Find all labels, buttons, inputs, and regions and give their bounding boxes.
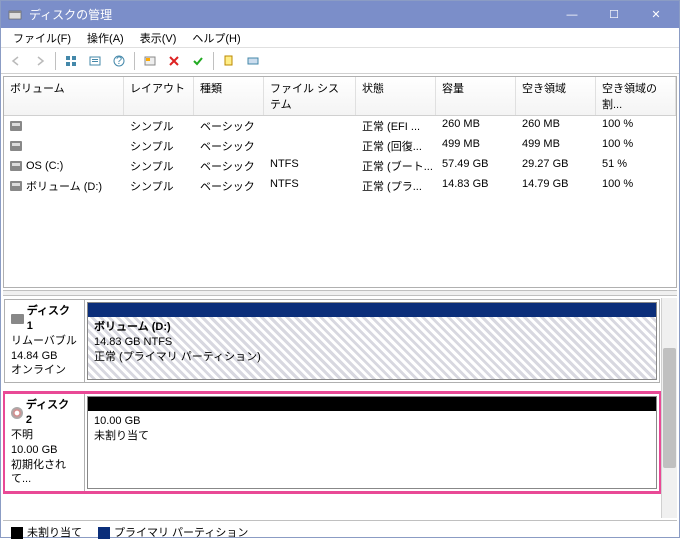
help2-button[interactable]: ?	[108, 50, 130, 72]
disk-info: ディスク 2不明10.00 GB初期化されて...	[5, 394, 85, 491]
disk-type-icon	[11, 407, 23, 419]
menu-file[interactable]: ファイル(F)	[5, 28, 79, 48]
table-header: ボリューム レイアウト 種類 ファイル システム 状態 容量 空き領域 空き領域…	[4, 77, 676, 116]
close-button[interactable]: ✕	[635, 1, 677, 28]
check-button[interactable]	[187, 50, 209, 72]
partition-header	[88, 303, 656, 317]
back-button	[5, 50, 27, 72]
table-row[interactable]: ボリューム (D:)シンプルベーシックNTFS正常 (プラ...14.83 GB…	[4, 176, 676, 196]
svg-text:?: ?	[116, 55, 122, 67]
col-type[interactable]: 種類	[194, 77, 264, 115]
table-row[interactable]: シンプルベーシック正常 (回復...499 MB499 MB100 %	[4, 136, 676, 156]
view-button[interactable]	[60, 50, 82, 72]
disk-icon	[10, 141, 22, 151]
disk-graphical-view: ディスク 1リムーバブル14.84 GBオンラインボリューム (D:)14.83…	[3, 298, 677, 518]
col-free[interactable]: 空き領域	[516, 77, 596, 115]
window-title: ディスクの管理	[29, 6, 551, 23]
app-icon	[7, 7, 23, 23]
disk-icon	[10, 181, 22, 191]
col-freepct[interactable]: 空き領域の割...	[596, 77, 676, 115]
col-capacity[interactable]: 容量	[436, 77, 516, 115]
scrollbar-thumb[interactable]	[663, 348, 676, 468]
menu-help[interactable]: ヘルプ(H)	[184, 28, 248, 48]
legend: 未割り当て プライマリ パーティション	[3, 520, 677, 543]
disk-icon	[10, 121, 22, 131]
partition-header	[88, 397, 656, 411]
partition[interactable]: 10.00 GB未割り当て	[87, 396, 657, 489]
toolbar: ?	[1, 48, 679, 74]
minimize-button[interactable]: —	[551, 1, 593, 28]
titlebar: ディスクの管理 — ☐ ✕	[1, 1, 679, 28]
disk-info: ディスク 1リムーバブル14.84 GBオンライン	[5, 300, 85, 382]
partition-body: 10.00 GB未割り当て	[88, 411, 656, 488]
partition-body: ボリューム (D:)14.83 GB NTFS正常 (プライマリ パーティション…	[88, 317, 656, 379]
maximize-button[interactable]: ☐	[593, 1, 635, 28]
action1-button[interactable]	[218, 50, 240, 72]
settings-button[interactable]	[139, 50, 161, 72]
separator	[55, 52, 56, 70]
disk-icon	[10, 161, 22, 171]
col-status[interactable]: 状態	[356, 77, 436, 115]
menu-action[interactable]: 操作(A)	[79, 28, 132, 48]
delete-button[interactable]	[163, 50, 185, 72]
disk-row[interactable]: ディスク 2不明10.00 GB初期化されて...10.00 GB未割り当て	[4, 393, 660, 492]
disk-row[interactable]: ディスク 1リムーバブル14.84 GBオンラインボリューム (D:)14.83…	[4, 299, 660, 383]
refresh-button[interactable]	[84, 50, 106, 72]
partition[interactable]: ボリューム (D:)14.83 GB NTFS正常 (プライマリ パーティション…	[87, 302, 657, 380]
forward-button	[29, 50, 51, 72]
disk-type-icon	[11, 314, 24, 324]
menubar: ファイル(F) 操作(A) 表示(V) ヘルプ(H)	[1, 28, 679, 48]
action2-button[interactable]	[242, 50, 264, 72]
volume-table[interactable]: ボリューム レイアウト 種類 ファイル システム 状態 容量 空き領域 空き領域…	[3, 76, 677, 288]
splitter[interactable]	[3, 290, 677, 296]
menu-view[interactable]: 表示(V)	[132, 28, 185, 48]
scrollbar[interactable]	[661, 298, 677, 518]
col-layout[interactable]: レイアウト	[124, 77, 194, 115]
col-volume[interactable]: ボリューム	[4, 77, 124, 115]
table-row[interactable]: OS (C:)シンプルベーシックNTFS正常 (ブート...57.49 GB29…	[4, 156, 676, 176]
separator	[213, 52, 214, 70]
separator	[134, 52, 135, 70]
table-row[interactable]: シンプルベーシック正常 (EFI ...260 MB260 MB100 %	[4, 116, 676, 136]
col-filesystem[interactable]: ファイル システム	[264, 77, 356, 115]
